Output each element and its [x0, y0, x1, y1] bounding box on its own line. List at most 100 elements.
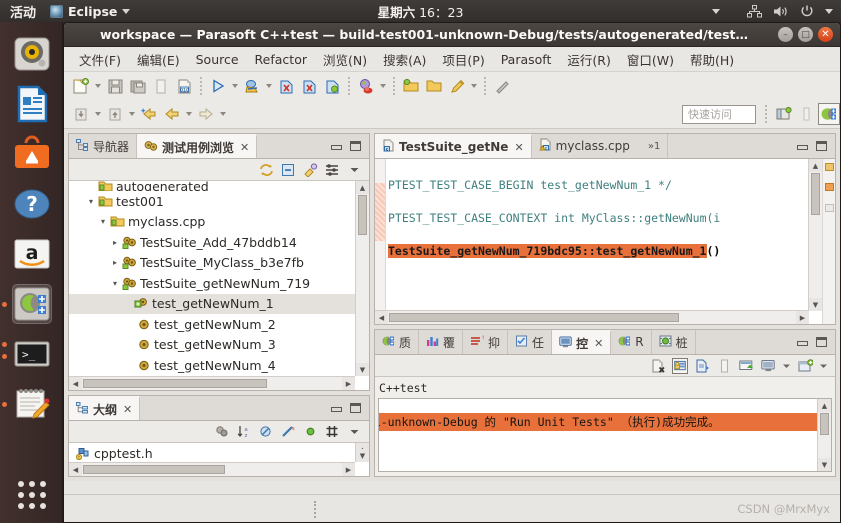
- launcher-item-terminal[interactable]: >_: [12, 334, 52, 374]
- scroll-thumb[interactable]: [358, 195, 367, 235]
- open-folder-icon[interactable]: [423, 75, 445, 97]
- tab-test-case-explorer[interactable]: 测试用例浏览 ✕: [137, 134, 258, 158]
- filter-icon[interactable]: [324, 162, 340, 178]
- close-icon[interactable]: ✕: [123, 403, 132, 416]
- code-editor[interactable]: PTEST_TEST_CASE_BEGIN test_getNewNum_1 *…: [375, 159, 835, 324]
- tab-navigator[interactable]: 导航器: [69, 134, 138, 158]
- tree-row-testsuite-myclass[interactable]: ▸ TestSuite_MyClass_b3e7fb: [69, 253, 369, 274]
- tab-outline[interactable]: 大纲 ✕: [69, 396, 141, 420]
- list-item[interactable]: cpptest.h: [69, 443, 369, 463]
- open-decl-icon[interactable]: [275, 75, 297, 97]
- view-menu-icon[interactable]: [346, 162, 362, 178]
- scroll-left-arrow[interactable]: ◀: [69, 463, 82, 476]
- outline-vertical-scrollbar[interactable]: ▲ ▼: [355, 443, 369, 462]
- launcher-item-text-editor[interactable]: [12, 384, 52, 424]
- tab-myclass-cpp[interactable]: c myclass.cpp »1: [532, 134, 669, 158]
- close-icon[interactable]: ✕: [240, 141, 249, 154]
- tab-testsuite-getnewnum[interactable]: c TestSuite_getNe ✕: [375, 134, 532, 158]
- scroll-thumb[interactable]: [811, 173, 820, 215]
- display-selected-console-icon[interactable]: [738, 358, 754, 374]
- minimize-view-icon[interactable]: [796, 337, 809, 348]
- scroll-up-arrow[interactable]: ▲: [356, 181, 369, 194]
- scroll-thumb-h[interactable]: [389, 313, 679, 322]
- close-icon[interactable]: ✕: [594, 337, 603, 350]
- overview-marker-warning[interactable]: [825, 163, 834, 171]
- tree-horizontal-scrollbar[interactable]: ◀ ▶: [69, 376, 355, 390]
- tab-stubs[interactable]: 桩: [652, 330, 696, 354]
- print-icon[interactable]: [150, 75, 172, 97]
- open-console-icon[interactable]: [760, 358, 776, 374]
- editor-overview-ruler[interactable]: [822, 159, 835, 324]
- scroll-lock-icon[interactable]: [672, 357, 688, 374]
- editor-vertical-scrollbar[interactable]: ▲ ▼: [808, 159, 822, 311]
- launcher-item-libreoffice-writer[interactable]: [12, 84, 52, 124]
- maximize-view-icon[interactable]: [815, 336, 828, 348]
- overview-marker-other[interactable]: [825, 204, 834, 212]
- menu-source[interactable]: Source: [189, 49, 246, 70]
- maximize-view-icon[interactable]: [349, 140, 362, 152]
- new-icon[interactable]: [70, 75, 92, 97]
- tree-row-testsuite-getnewnum[interactable]: ▾ TestSuite_getNewNum_719: [69, 273, 369, 294]
- menu-navigate[interactable]: 浏览(N): [316, 47, 374, 72]
- build-binary-icon[interactable]: 010: [173, 75, 195, 97]
- outline-horizontal-scrollbar[interactable]: ◀ ▶: [69, 462, 355, 476]
- launcher-item-ubuntu-dash[interactable]: [12, 34, 52, 74]
- menu-search[interactable]: 搜索(A): [376, 47, 433, 72]
- status-bar-grip[interactable]: [314, 501, 317, 518]
- view-menu-icon[interactable]: [346, 424, 362, 440]
- tab-console[interactable]: 控 ✕: [552, 330, 612, 354]
- scroll-down-arrow[interactable]: ▼: [356, 363, 369, 376]
- save-all-icon[interactable]: [127, 75, 149, 97]
- menu-file[interactable]: 文件(F): [72, 47, 128, 72]
- menu-edit[interactable]: 编辑(E): [130, 47, 187, 72]
- forward-dropdown[interactable]: [218, 103, 228, 125]
- new-dropdown[interactable]: [93, 75, 103, 97]
- minimize-view-icon[interactable]: [796, 141, 809, 152]
- tab-coverage[interactable]: 覆: [419, 330, 464, 354]
- menu-run[interactable]: 运行(R): [560, 47, 617, 72]
- link-editor-icon[interactable]: [302, 162, 318, 178]
- back-icon[interactable]: [161, 103, 183, 125]
- maximize-view-icon[interactable]: [349, 402, 362, 414]
- tree-row-test001[interactable]: ▾ test001: [69, 191, 369, 212]
- maximize-view-icon[interactable]: [815, 140, 828, 152]
- power-icon[interactable]: [800, 4, 814, 18]
- collapse-all-icon[interactable]: [280, 162, 296, 178]
- show-console-icon[interactable]: [694, 358, 710, 374]
- tree-vertical-scrollbar[interactable]: ▲ ▼: [355, 181, 369, 376]
- scroll-down-arrow[interactable]: ▼: [356, 449, 369, 462]
- tab-tasks[interactable]: 任: [508, 330, 553, 354]
- launcher-item-eclipse[interactable]: [12, 284, 52, 324]
- open-element-icon[interactable]: [321, 75, 343, 97]
- scroll-left-arrow[interactable]: ◀: [375, 311, 388, 324]
- open-perspective-icon[interactable]: [772, 103, 794, 125]
- previous-annotation-icon[interactable]: [104, 103, 126, 125]
- run-test-icon[interactable]: [355, 75, 377, 97]
- back-dropdown[interactable]: [184, 103, 194, 125]
- save-icon[interactable]: [104, 75, 126, 97]
- run-dropdown[interactable]: [230, 75, 240, 97]
- minimize-view-icon[interactable]: [330, 403, 343, 414]
- menu-project[interactable]: 项目(P): [435, 47, 491, 72]
- run-icon[interactable]: [207, 75, 229, 97]
- pin-console-icon[interactable]: [716, 358, 732, 374]
- scroll-right-arrow[interactable]: ▶: [342, 463, 355, 476]
- expand-twisty[interactable]: ▸: [109, 238, 121, 247]
- console-output[interactable]: t001-unknown-Debug 的 "Run Unit Tests" （执…: [378, 398, 832, 472]
- menu-help[interactable]: 帮助(H): [683, 47, 741, 72]
- editor-annotation-ruler[interactable]: [375, 159, 386, 324]
- scroll-up-arrow[interactable]: ▲: [818, 399, 831, 412]
- tree-row-myclass-cpp[interactable]: ▾ myclass.cpp: [69, 212, 369, 233]
- scroll-right-arrow[interactable]: ▶: [796, 311, 809, 324]
- editor-horizontal-scrollbar[interactable]: ◀ ▶: [375, 310, 809, 324]
- tree-row-test-getnewnum-3[interactable]: test_getNewNum_3: [69, 335, 369, 356]
- run-test-dropdown[interactable]: [378, 75, 388, 97]
- network-icon[interactable]: [747, 4, 762, 18]
- editor-overflow-indicator[interactable]: »1: [648, 141, 660, 152]
- window-maximize-button[interactable]: □: [798, 27, 813, 42]
- open-resource-icon[interactable]: [400, 75, 422, 97]
- overview-marker-highlight[interactable]: [825, 183, 834, 191]
- debug-dropdown[interactable]: [264, 75, 274, 97]
- launcher-item-amazon[interactable]: a: [12, 234, 52, 274]
- new-console-view-icon[interactable]: [797, 358, 813, 374]
